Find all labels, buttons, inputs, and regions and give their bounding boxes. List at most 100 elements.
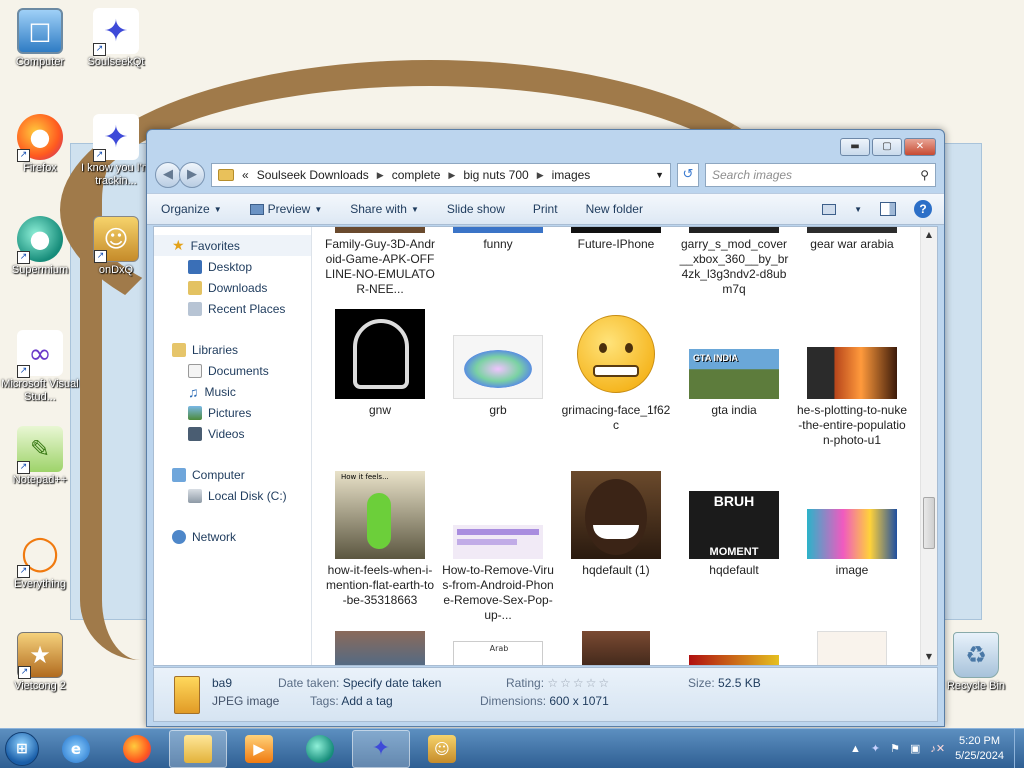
nav-documents[interactable]: Documents	[154, 360, 311, 381]
close-button[interactable]: ✕	[904, 138, 936, 156]
desktop-icon-soulseekqt[interactable]: ✦ ↗ SoulseekQt	[76, 8, 156, 69]
organize-button[interactable]: Organize ▼	[161, 202, 222, 216]
nav-videos[interactable]: Videos	[154, 423, 311, 444]
visual-studio-icon: ∞ ↗	[17, 330, 63, 378]
view-options-chevron-icon[interactable]: ▼	[854, 205, 862, 214]
desktop-icon-vietcong-2[interactable]: ★ ↗ Vietcong 2	[0, 632, 80, 693]
nav-downloads[interactable]: Downloads	[154, 277, 311, 298]
volume-muted-icon[interactable]: ♪✕	[930, 742, 945, 755]
file-item[interactable]	[678, 655, 790, 665]
network-icon	[172, 529, 186, 544]
file-item[interactable]	[560, 631, 672, 665]
scroll-up-icon[interactable]: ▲	[921, 227, 937, 243]
file-item[interactable]: he-s-plotting-to-nuke-the-entire-populat…	[796, 309, 908, 448]
taskbar-media-player[interactable]: ▶	[230, 730, 288, 768]
chevron-down-icon: ▼	[314, 204, 323, 214]
file-item[interactable]: funny	[442, 227, 554, 252]
desktop-icon-everything[interactable]: ◯ ↗ Everything	[0, 530, 80, 591]
start-button[interactable]: ⊞	[0, 729, 44, 768]
taskbar-internet-explorer[interactable]: e	[47, 730, 105, 768]
star-icon: ★	[172, 237, 185, 253]
desktop-icon-i-know-you[interactable]: ✦ ↗ I know you I'm trackin...	[76, 114, 156, 188]
maximize-button[interactable]: ▢	[872, 138, 902, 156]
show-hidden-icons-icon[interactable]: ▲	[850, 743, 861, 755]
refresh-button[interactable]: ↺	[677, 163, 699, 187]
nav-pictures[interactable]: Pictures	[154, 402, 311, 423]
breadcrumb-images[interactable]: images	[552, 168, 591, 182]
internet-explorer-icon: e	[62, 734, 90, 763]
taskbar-windows-explorer[interactable]	[169, 729, 227, 768]
desktop-icon-visual-studio[interactable]: ∞ ↗ Microsoft Visual Stud...	[0, 330, 80, 404]
nav-recent-places[interactable]: Recent Places	[154, 298, 311, 319]
date-taken-value[interactable]: Specify date taken	[343, 676, 442, 690]
taskbar-supermium[interactable]	[291, 730, 349, 768]
print-button[interactable]: Print	[533, 202, 558, 216]
file-item[interactable]: How-to-Remove-Virus-from-Android-Phone-R…	[442, 471, 554, 623]
change-view-icon[interactable]	[822, 203, 837, 215]
vertical-scrollbar[interactable]: ▲ ▼	[920, 227, 937, 665]
back-button[interactable]: ◀	[155, 162, 181, 188]
desktop-icon-ondxq[interactable]: ☺ ↗ onDxQ	[76, 216, 156, 277]
taskbar-soulseekqt[interactable]: ✦	[352, 729, 410, 768]
show-desktop-button[interactable]	[1014, 728, 1024, 768]
network-tray-icon[interactable]: ▣	[910, 742, 920, 755]
minimize-button[interactable]: ▬	[840, 138, 870, 156]
title-bar[interactable]: ▬ ▢ ✕	[147, 130, 944, 160]
breadcrumb-separator-icon[interactable]: ▶	[448, 170, 455, 181]
breadcrumb-overflow[interactable]: «	[242, 168, 249, 182]
breadcrumb-soulseek-downloads[interactable]: Soulseek Downloads	[257, 168, 369, 182]
command-bar: Organize ▼ Preview ▼ Share with ▼ Slide sho…	[147, 193, 944, 225]
taskbar-ondxq[interactable]: ☺	[413, 730, 471, 768]
file-item[interactable]: image	[796, 471, 908, 578]
file-item[interactable]: garry_s_mod_cover__xbox_360__by_br4zk_l3…	[678, 227, 790, 297]
share-with-button[interactable]: Share with ▼	[350, 202, 419, 216]
desktop-icon-computer[interactable]: □ Computer	[0, 8, 80, 69]
slide-show-button[interactable]: Slide show	[447, 202, 505, 216]
rating-stars-icon[interactable]: ☆☆☆☆☆	[547, 676, 611, 690]
forward-button[interactable]: ▶	[179, 162, 205, 188]
file-item[interactable]: gnw	[324, 309, 436, 418]
file-item[interactable]: BRUH MOMENT hqdefault	[678, 471, 790, 578]
desktop-icon-firefox[interactable]: ● ↗ Firefox	[0, 114, 80, 175]
nav-network[interactable]: Network	[154, 526, 311, 547]
nav-libraries[interactable]: Libraries	[154, 339, 311, 360]
nav-desktop[interactable]: Desktop	[154, 256, 311, 277]
nav-favorites[interactable]: ★ Favorites	[154, 235, 311, 256]
nav-local-disk[interactable]: Local Disk (C:)	[154, 485, 311, 506]
breadcrumb-separator-icon[interactable]: ▶	[537, 170, 544, 181]
new-folder-button[interactable]: New folder	[586, 202, 643, 216]
file-item[interactable]: How it feels... how-it-feels-when-i-ment…	[324, 471, 436, 608]
file-item[interactable]: grimacing-face_1f62c	[560, 309, 672, 433]
breadcrumb-big-nuts-700[interactable]: big nuts 700	[463, 168, 528, 182]
address-dropdown-icon[interactable]: ▼	[655, 170, 664, 180]
file-item[interactable]: grb	[442, 309, 554, 418]
preview-button[interactable]: Preview ▼	[249, 202, 323, 216]
address-bar[interactable]: « Soulseek Downloads ▶ complete ▶ big nu…	[211, 163, 671, 187]
help-icon[interactable]: ?	[914, 200, 932, 218]
file-item[interactable]	[796, 631, 908, 665]
file-item[interactable]: gear war arabia	[796, 227, 908, 252]
selected-file-type: JPEG image	[212, 694, 280, 708]
file-item[interactable]: hqdefault (1)	[560, 471, 672, 578]
clock[interactable]: 5:20 PM 5/25/2024	[955, 734, 1004, 764]
file-item[interactable]: Arab	[442, 641, 554, 665]
file-item[interactable]: Future-IPhone	[560, 227, 672, 252]
file-item[interactable]: GTA INDIA gta india	[678, 309, 790, 418]
taskbar-firefox[interactable]	[108, 730, 166, 768]
preview-pane-icon[interactable]	[880, 202, 896, 216]
nav-music[interactable]: ♫ Music	[154, 381, 311, 402]
tags-value[interactable]: Add a tag	[341, 694, 392, 708]
breadcrumb-separator-icon[interactable]: ▶	[377, 170, 384, 181]
desktop-icon-recycle-bin[interactable]: ♻ Recycle Bin	[936, 632, 1016, 693]
scroll-down-icon[interactable]: ▼	[921, 649, 937, 665]
nav-computer[interactable]: Computer	[154, 464, 311, 485]
desktop-icon-notepad-plus-plus[interactable]: ✎ ↗ Notepad++	[0, 426, 80, 487]
desktop-icon-supermium[interactable]: ● ↗ Supermium	[0, 216, 80, 277]
file-item[interactable]	[324, 631, 436, 665]
file-item[interactable]: Family-Guy-3D-Android-Game-APK-OFFLINE-N…	[324, 227, 436, 297]
action-center-flag-icon[interactable]: ⚑	[890, 742, 900, 755]
breadcrumb-complete[interactable]: complete	[392, 168, 441, 182]
scrollbar-thumb[interactable]	[923, 497, 935, 549]
soulseek-tray-icon[interactable]: ✦	[871, 742, 880, 755]
search-input[interactable]: Search images ⚲	[705, 163, 936, 187]
